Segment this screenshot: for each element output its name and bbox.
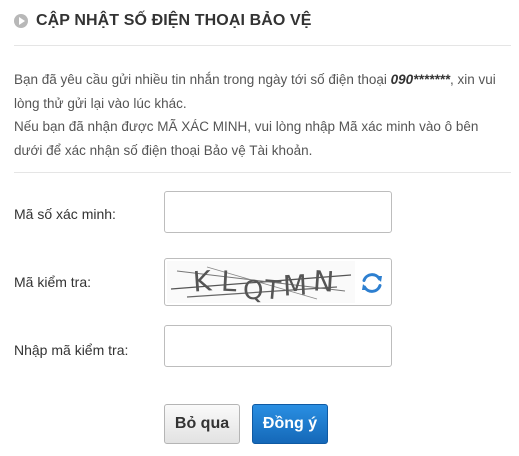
captcha-image: K L Q T M N <box>167 261 355 303</box>
header-divider <box>14 45 511 46</box>
message-divider <box>14 172 511 173</box>
message-instruction: Nếu bạn đã nhận được MÃ XÁC MINH, vui lò… <box>14 119 479 158</box>
captcha-char-4: T <box>262 275 282 303</box>
page-header: CẬP NHẬT SỐ ĐIỆN THOẠI BẢO VỆ <box>14 12 312 30</box>
verification-code-label: Mã số xác minh: <box>14 206 116 222</box>
captcha-char-6: N <box>312 264 335 298</box>
captcha-input[interactable] <box>164 325 392 367</box>
submit-button[interactable]: Đồng ý <box>252 404 328 444</box>
captcha-box: K L Q T M N <box>164 258 392 306</box>
captcha-label: Mã kiểm tra: <box>14 274 92 290</box>
refresh-icon[interactable] <box>359 270 385 296</box>
phone-number: 090******* <box>390 72 450 87</box>
play-circle-icon <box>14 14 28 28</box>
message-text: Bạn đã yêu cầu gửi nhiều tin nhắn trong … <box>14 72 391 87</box>
captcha-char-1: K <box>192 264 213 298</box>
captcha-char-5: M <box>282 268 308 302</box>
verification-code-input[interactable] <box>164 191 392 233</box>
captcha-char-2: L <box>220 265 238 299</box>
page-title: CẬP NHẬT SỐ ĐIỆN THOẠI BẢO VỆ <box>36 12 312 29</box>
info-message: Bạn đã yêu cầu gửi nhiều tin nhắn trong … <box>14 68 510 162</box>
captcha-char-3: Q <box>243 276 265 303</box>
captcha-input-label: Nhập mã kiểm tra: <box>14 342 129 358</box>
skip-button[interactable]: Bỏ qua <box>164 404 240 444</box>
